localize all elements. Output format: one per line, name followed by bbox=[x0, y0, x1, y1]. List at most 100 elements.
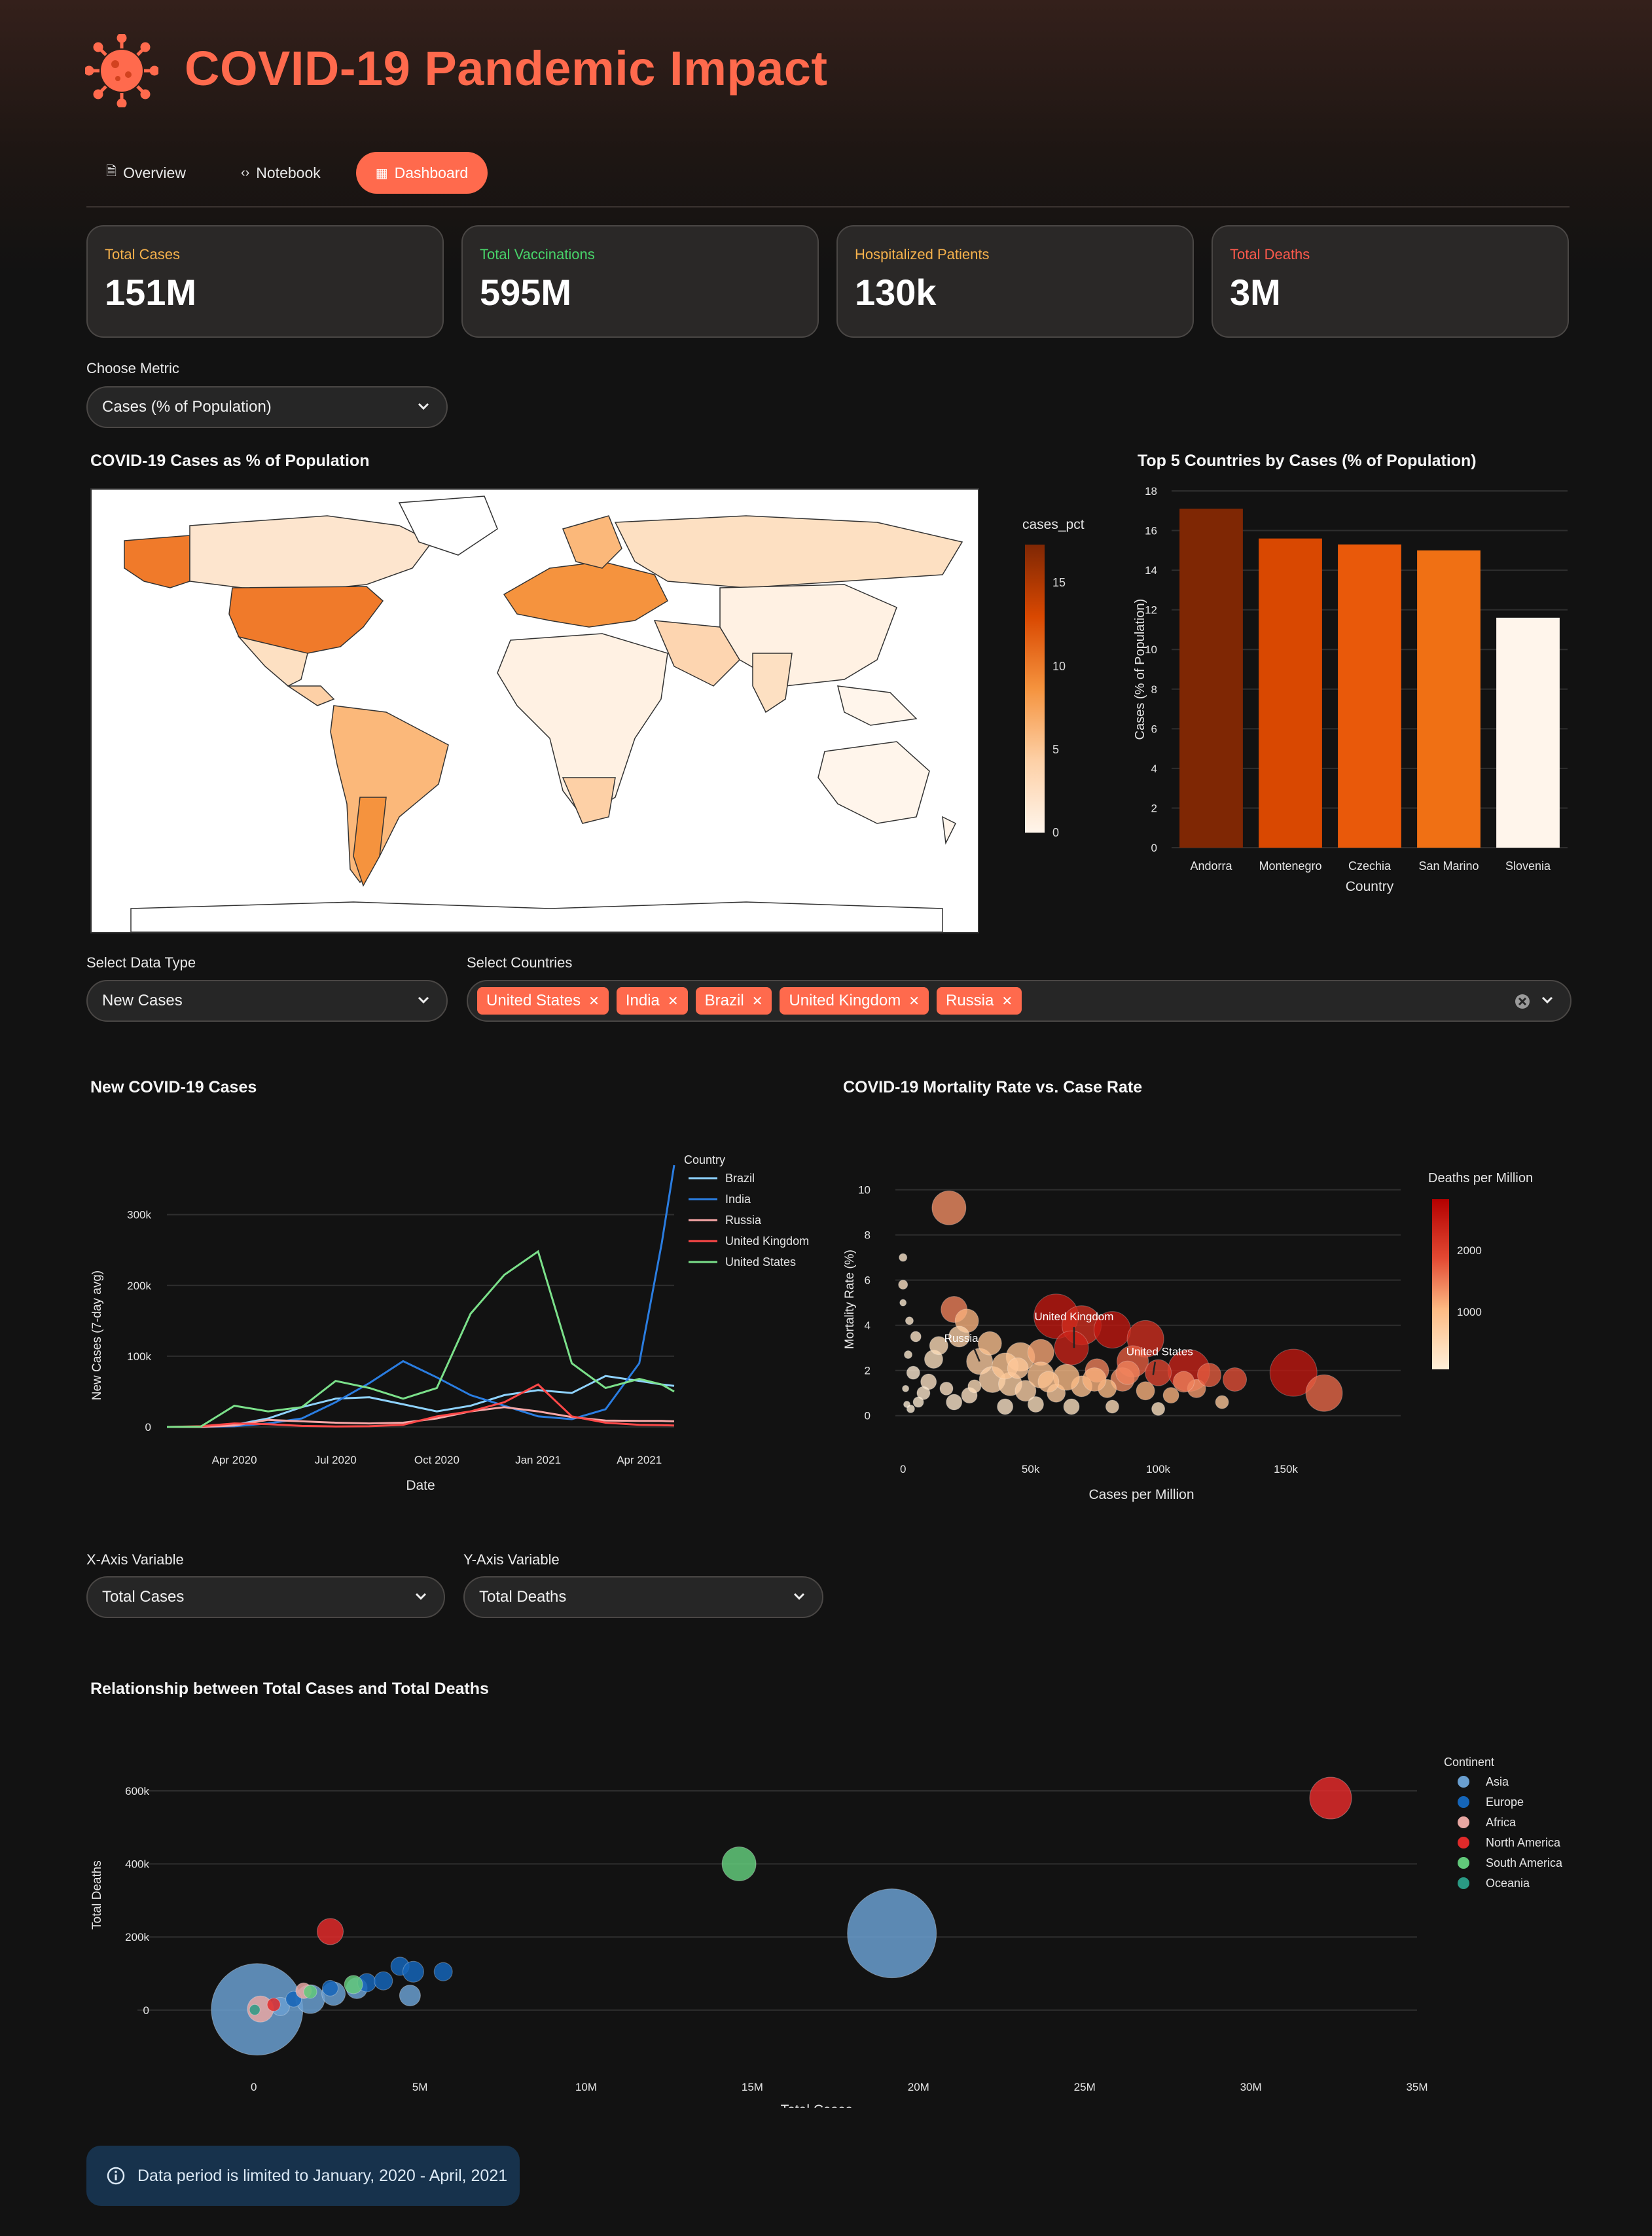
country-chip-brazil[interactable]: Brazil ✕ bbox=[695, 987, 772, 1015]
scatter-point bbox=[1027, 1339, 1054, 1366]
page-title: COVID-19 Pandemic Impact bbox=[185, 41, 828, 96]
relationship-bubble-chart[interactable]: 0 200k 400k 600k 0 5M 10M 15M 20M 25M 30M 35M Total … bbox=[79, 1728, 1577, 2108]
legend-item: South America bbox=[1486, 1856, 1563, 1869]
x-tick-label: 150k bbox=[1274, 1463, 1298, 1475]
yaxis-select[interactable]: Total Deaths bbox=[463, 1576, 823, 1618]
bubble-north-america bbox=[266, 1998, 281, 2012]
x-tick-label: 0 bbox=[900, 1463, 906, 1475]
y-tick-label: 0 bbox=[865, 1410, 871, 1422]
chevron-down-icon[interactable] bbox=[1539, 992, 1556, 1009]
legend-item: Asia bbox=[1486, 1775, 1509, 1788]
scatter-point bbox=[1136, 1381, 1155, 1401]
chip-label: United Kingdom bbox=[789, 992, 901, 1009]
kpi-label: Total Vaccinations bbox=[480, 246, 595, 262]
top5-bar-chart[interactable]: 024681012141618Andorra Montenegro Czechia S… bbox=[1126, 478, 1577, 910]
x-tick-label: Czechia bbox=[1348, 859, 1392, 873]
y-tick-label: 200k bbox=[127, 1280, 151, 1292]
clear-all-icon[interactable] bbox=[1514, 993, 1531, 1010]
y-axis-title: Mortality Rate (%) bbox=[843, 1250, 857, 1349]
xaxis-select-label: X-Axis Variable bbox=[86, 1551, 184, 1568]
annotation-label: Russia bbox=[944, 1332, 979, 1344]
scatter-point bbox=[1027, 1396, 1044, 1413]
scatter-point bbox=[902, 1384, 910, 1392]
datatype-label: Select Data Type bbox=[86, 954, 196, 971]
tab-notebook-label: Notebook bbox=[256, 164, 321, 181]
legend-item: Europe bbox=[1486, 1795, 1524, 1809]
tab-notebook[interactable]: ‹› Notebook bbox=[221, 152, 340, 194]
kpi-value: 151M bbox=[105, 272, 197, 313]
yaxis-select-label: Y-Axis Variable bbox=[463, 1551, 560, 1568]
y-tick-label: 2 bbox=[1151, 802, 1157, 814]
newcases-line-chart[interactable]: 0 100k 200k 300k Apr 2020 Jul 2020 Oct 2020 Jan… bbox=[79, 1139, 831, 1506]
map-india bbox=[752, 653, 793, 713]
y-tick-label: 14 bbox=[1145, 564, 1157, 577]
map-colorbar-title: cases_pct bbox=[1022, 517, 1085, 532]
country-chip-united-states[interactable]: United States ✕ bbox=[477, 987, 609, 1015]
chip-label: Brazil bbox=[704, 992, 744, 1009]
virus-logo-icon bbox=[85, 34, 158, 107]
scatter-point bbox=[946, 1394, 963, 1411]
datatype-select[interactable]: New Cases bbox=[86, 980, 448, 1022]
world-choropleth-map[interactable] bbox=[90, 488, 979, 933]
xaxis-select[interactable]: Total Cases bbox=[86, 1576, 445, 1618]
map-new-zealand bbox=[942, 816, 957, 845]
kpi-value: 130k bbox=[855, 272, 937, 313]
bubble-oceania bbox=[249, 2004, 260, 2015]
colorbar bbox=[1432, 1199, 1449, 1369]
xaxis-select-value: Total Cases bbox=[102, 1588, 185, 1606]
chip-label: India bbox=[625, 992, 660, 1009]
close-icon[interactable]: ✕ bbox=[1001, 993, 1013, 1009]
scatter-point bbox=[912, 1396, 924, 1408]
mortality-scatter-chart[interactable]: 0 2 4 6 8 10 0 50k 100k 150k Cases per Million Mort… bbox=[831, 1139, 1577, 1506]
map-south-america bbox=[330, 705, 449, 884]
legend-item: India bbox=[725, 1193, 751, 1206]
mortality-chart-title: COVID-19 Mortality Rate vs. Case Rate bbox=[843, 1078, 1143, 1096]
close-icon[interactable]: ✕ bbox=[908, 993, 920, 1009]
metric-select-value: Cases (% of Population) bbox=[102, 398, 272, 416]
country-chip-russia[interactable]: Russia ✕ bbox=[936, 987, 1022, 1015]
bubble-asia bbox=[847, 1888, 937, 1979]
bubble-europe bbox=[433, 1962, 453, 1981]
relationship-chart-title: Relationship between Total Cases and Tot… bbox=[90, 1680, 489, 1698]
countries-label: Select Countries bbox=[467, 954, 573, 971]
scatter-point bbox=[1115, 1360, 1140, 1385]
y-tick-label: 6 bbox=[1151, 723, 1157, 735]
countries-multiselect[interactable]: United States ✕ India ✕ Brazil ✕ United Kin… bbox=[467, 980, 1571, 1022]
scatter-point bbox=[1162, 1387, 1179, 1404]
x-tick-label: Oct 2020 bbox=[414, 1454, 459, 1466]
y-axis-title: Cases (% of Population) bbox=[1133, 599, 1147, 740]
bar-montenegro bbox=[1259, 538, 1322, 848]
bar-andorra bbox=[1179, 509, 1243, 848]
map-colorbar-tick: 10 bbox=[1052, 660, 1066, 673]
y-tick-label: 200k bbox=[125, 1931, 149, 1943]
scatter-point bbox=[1105, 1399, 1119, 1414]
tab-overview[interactable]: 🗎 Overview bbox=[86, 152, 206, 194]
legend-item: Russia bbox=[725, 1214, 762, 1227]
y-tick-label: 600k bbox=[125, 1785, 149, 1797]
scatter-point bbox=[931, 1190, 967, 1225]
x-tick-label: Apr 2020 bbox=[212, 1454, 257, 1466]
kpi-label: Hospitalized Patients bbox=[855, 246, 990, 262]
close-icon[interactable]: ✕ bbox=[752, 993, 763, 1009]
close-icon[interactable]: ✕ bbox=[668, 993, 679, 1009]
close-icon[interactable]: ✕ bbox=[588, 993, 600, 1009]
bubble-south-america bbox=[303, 1985, 317, 1999]
colorbar-title: Deaths per Million bbox=[1428, 1171, 1533, 1185]
kpi-label: Total Cases bbox=[105, 246, 180, 262]
map-russia bbox=[614, 515, 963, 588]
line-united-kingdom bbox=[166, 1383, 675, 1428]
tab-overview-label: Overview bbox=[123, 164, 186, 181]
metric-select[interactable]: Cases (% of Population) bbox=[86, 386, 448, 428]
legend-title: Continent bbox=[1444, 1756, 1494, 1769]
tab-dashboard[interactable]: ▦ Dashboard bbox=[355, 152, 488, 194]
map-central-america bbox=[286, 685, 335, 706]
map-asia bbox=[719, 584, 897, 687]
code-icon: ‹› bbox=[240, 165, 250, 180]
legend-swatch bbox=[1458, 1816, 1469, 1828]
country-chip-india[interactable]: India ✕ bbox=[616, 987, 688, 1015]
scatter-point bbox=[939, 1381, 954, 1396]
scatter-point bbox=[1215, 1395, 1229, 1409]
bubble-north-america bbox=[1309, 1776, 1352, 1820]
y-tick-label: 16 bbox=[1145, 525, 1157, 537]
country-chip-united-kingdom[interactable]: United Kingdom ✕ bbox=[780, 987, 929, 1015]
